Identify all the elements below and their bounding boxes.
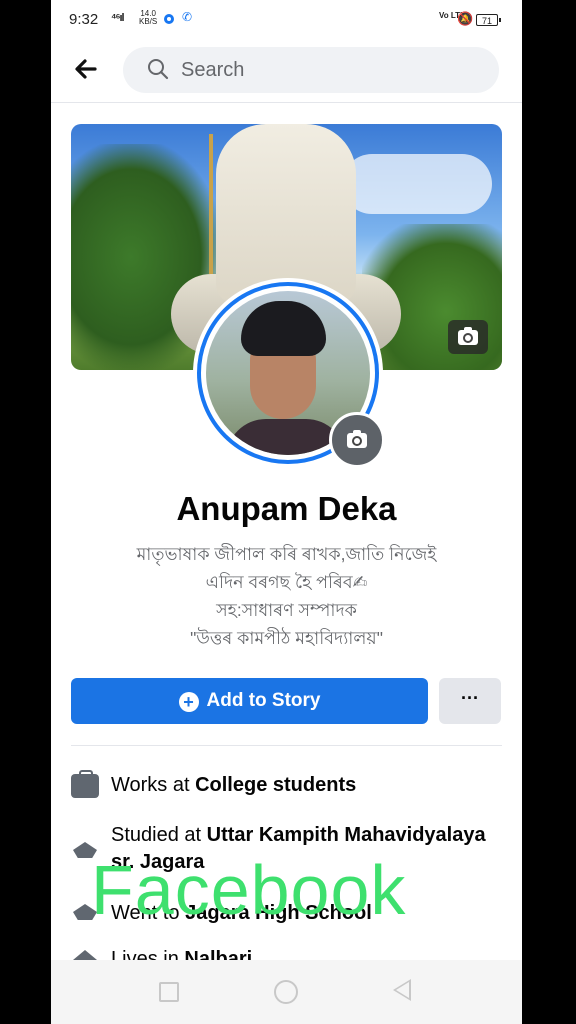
profile-picture[interactable] <box>193 278 385 468</box>
search-placeholder: Search <box>181 59 245 81</box>
network-speed-unit: KB/S <box>139 17 158 26</box>
more-icon: ··· <box>461 688 479 708</box>
phone-screen: 9:32 ⁴⁶ıl 14.0 KB/S ✆ Vo LTE 🔕 71 Search <box>51 0 522 1024</box>
camera-glyph <box>347 430 367 448</box>
briefcase-icon <box>71 770 99 798</box>
detail-lives-in[interactable]: Lives in Nalbari <box>71 946 502 960</box>
plus-circle-icon: + <box>178 692 199 712</box>
system-nav-bar <box>51 960 522 1024</box>
statue-trident <box>209 134 213 274</box>
detail-prefix: Lives in <box>111 948 185 960</box>
more-options-button[interactable]: ··· <box>439 678 501 724</box>
home-circle-icon[interactable] <box>274 980 298 1004</box>
search-icon <box>148 59 169 80</box>
detail-prefix: Studied at <box>111 824 207 846</box>
notification-icon <box>164 14 174 24</box>
battery-icon: 71 <box>476 14 501 26</box>
bio-line: মাতৃভাষাক জীপাল কৰি ৰাখক,জাতি নিজেই <box>136 544 437 564</box>
recent-apps-icon[interactable] <box>159 982 179 1002</box>
profile-name: Anupam Deka <box>176 490 397 527</box>
avatar-hair <box>241 301 326 356</box>
mute-icon: 🔕 <box>457 11 474 26</box>
add-to-story-label: Add to Story <box>206 690 321 711</box>
call-icon: ✆ <box>182 10 193 24</box>
back-arrow-icon[interactable] <box>73 56 103 86</box>
edit-cover-camera-icon[interactable] <box>448 320 488 354</box>
divider <box>71 745 502 746</box>
search-input[interactable]: Search <box>123 47 499 93</box>
add-to-story-button[interactable]: + Add to Story <box>71 678 428 724</box>
status-time: 9:32 <box>69 11 99 28</box>
back-triangle-icon[interactable] <box>393 979 411 1001</box>
search-header: Search <box>51 40 522 103</box>
signal-icon: ⁴⁶ıl <box>111 12 125 24</box>
status-bar: 9:32 ⁴⁶ıl 14.0 KB/S ✆ Vo LTE 🔕 71 <box>51 0 522 40</box>
network-speed: 14.0 KB/S <box>139 10 157 26</box>
facebook-watermark: Facebook <box>91 851 407 929</box>
statue-body <box>216 124 356 304</box>
edit-profile-camera-icon[interactable] <box>329 412 385 468</box>
detail-value[interactable]: College students <box>195 774 356 796</box>
bio-line: "উত্তৰ কামপীঠ মহাবিদ্যালয়" <box>190 628 383 648</box>
detail-text: Works at College students <box>111 772 491 799</box>
detail-value[interactable]: Nalbari <box>184 948 252 960</box>
bio-line: এদিন বৰগছ হৈ পৰিব✍ <box>205 572 368 592</box>
home-icon <box>71 948 99 960</box>
bio-line: সহ:সাধাৰণ সম্পাদক <box>216 600 357 620</box>
detail-prefix: Works at <box>111 774 196 796</box>
profile-bio: মাতৃভাষাক জীপাল কৰি ৰাখক,জাতি নিজেই এদিন… <box>71 540 502 652</box>
avatar-shirt <box>226 419 346 455</box>
detail-text: Lives in Nalbari <box>111 946 491 960</box>
camera-glyph <box>458 327 478 345</box>
